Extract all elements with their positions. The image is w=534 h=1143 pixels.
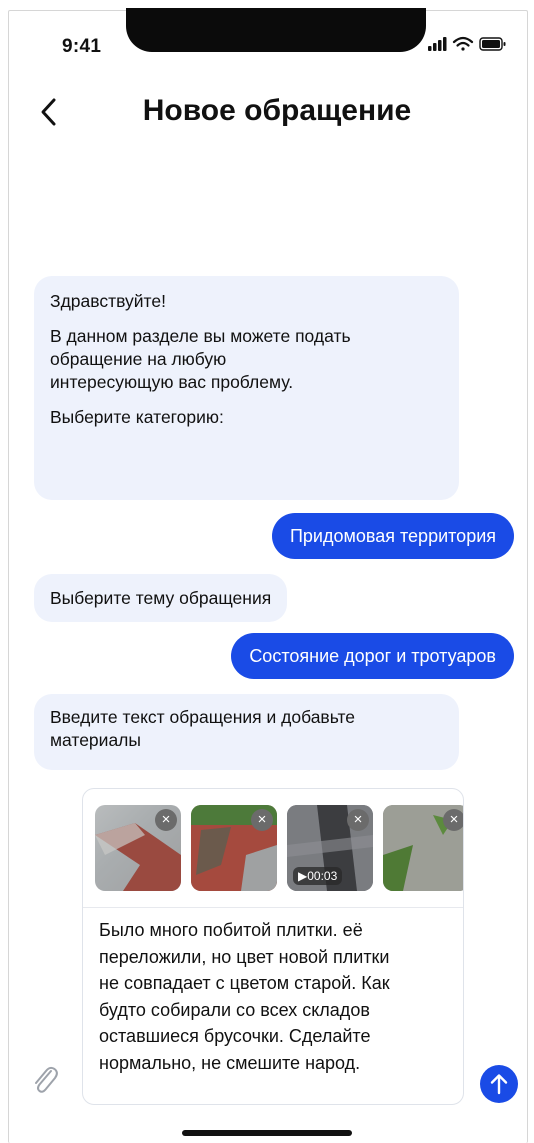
message-composer[interactable]: × × × ▶00:03 × Было много побитой плитки…	[82, 788, 464, 1105]
message-line: обращение на любую	[50, 349, 227, 369]
attachments-strip[interactable]: × × × ▶00:03 ×	[83, 789, 463, 908]
play-icon: ▶	[298, 869, 308, 883]
message-text-line: Было много побитой плитки. её	[99, 920, 363, 940]
message-text-line: нормально, не смешите народ.	[99, 1052, 361, 1073]
send-button[interactable]	[480, 1065, 518, 1103]
bot-message-input-prompt: Введите текст обращения и добавьте матер…	[34, 694, 459, 770]
wifi-icon	[452, 36, 474, 51]
remove-attachment-button[interactable]: ×	[155, 809, 177, 831]
user-message-category: Придомовая территория	[271, 513, 514, 559]
status-bar: 9:41	[0, 0, 534, 60]
message-line: Введите текст обращения и добавьте	[50, 707, 356, 727]
user-message-topic: Состояние дорог и тротуаров	[231, 633, 514, 679]
message-line	[50, 313, 443, 325]
message-text-line: не совпадает с цветом старой. Как	[99, 973, 390, 993]
paperclip-icon[interactable]	[30, 1062, 60, 1098]
message-text-line: будто собирали со всех складов	[99, 999, 370, 1020]
message-line: интересующую вас проблему.	[50, 372, 294, 392]
remove-attachment-button[interactable]: ×	[251, 809, 273, 831]
arrow-up-icon	[490, 1074, 508, 1095]
home-indicator	[182, 1130, 352, 1136]
message-line: материалы	[50, 730, 141, 750]
status-icons	[428, 36, 506, 51]
message-text-line: переложили, но цвет новой плитки	[99, 946, 390, 967]
attachment-thumbnail[interactable]: ×	[191, 805, 277, 891]
page-title: Новое обращение	[142, 94, 412, 127]
video-duration-badge: ▶00:03	[293, 867, 343, 885]
message-line: Выберите категорию:	[50, 407, 224, 427]
remove-attachment-button[interactable]: ×	[347, 809, 369, 831]
signal-icon	[428, 37, 447, 51]
attachment-thumbnail-video[interactable]: × ▶00:03	[287, 805, 373, 891]
attachment-thumbnail[interactable]: ×	[383, 805, 463, 891]
message-text-field[interactable]: Было много побитой плитки. её переложили…	[99, 917, 449, 1076]
message-text-line: оставшиеся брусочки. Сделайте	[99, 1026, 371, 1046]
message-line: В данном разделе вы можете подать	[50, 326, 351, 346]
bot-message-topic-prompt: Выберите тему обращения	[34, 574, 288, 622]
device-notch	[126, 8, 426, 52]
nav-bar: Новое обращение	[0, 80, 534, 144]
message-line	[50, 394, 443, 406]
message-line: Здравствуйте!	[50, 291, 166, 311]
status-time: 9:41	[62, 36, 102, 57]
video-duration: 00:03	[307, 869, 338, 883]
attachment-thumbnail[interactable]: ×	[95, 805, 181, 891]
remove-attachment-button[interactable]: ×	[443, 809, 463, 831]
bot-message-greeting: Здравствуйте! В данном разделе вы можете…	[34, 276, 459, 500]
battery-icon	[479, 37, 506, 51]
